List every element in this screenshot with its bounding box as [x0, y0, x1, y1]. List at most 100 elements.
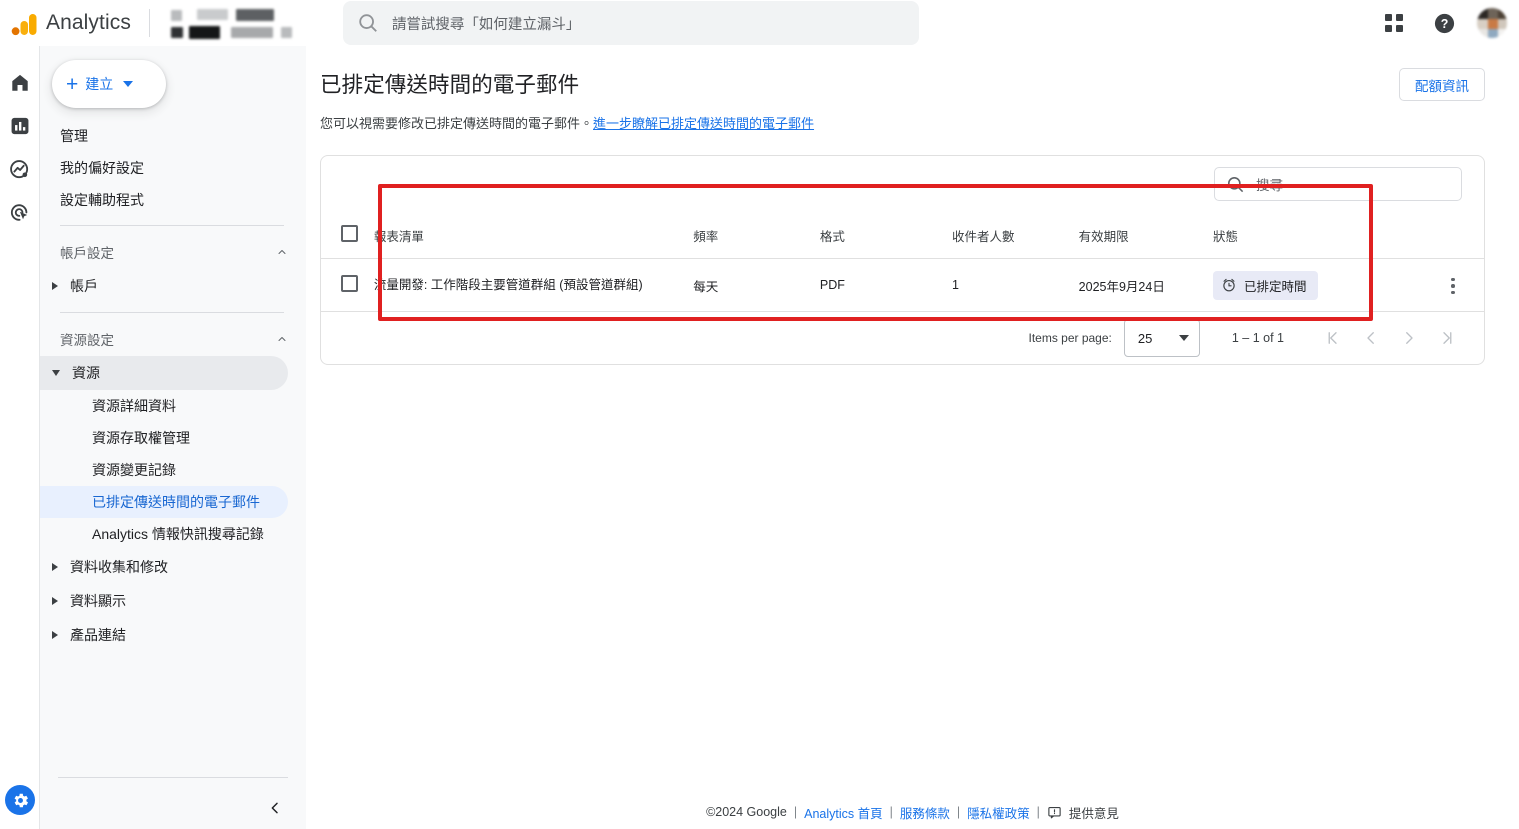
search-icon	[359, 14, 377, 32]
sidebar-item-scheduled-emails[interactable]: 已排定傳送時間的電子郵件	[40, 486, 288, 518]
first-page-button[interactable]	[1314, 319, 1352, 357]
rail-item-advertising[interactable]	[5, 197, 35, 227]
footer-feedback-label: 提供意見	[1068, 806, 1119, 821]
column-header-frequency[interactable]: 頻率	[693, 212, 820, 259]
triangle-down-icon	[52, 370, 60, 376]
triangle-right-icon	[52, 597, 58, 605]
help-button[interactable]: ?	[1427, 6, 1461, 40]
footer-link-terms[interactable]: 服務條款	[900, 803, 950, 822]
quota-info-button[interactable]: 配額資訊	[1399, 68, 1485, 101]
sidebar-group-data-display[interactable]: 資料顯示	[40, 584, 288, 618]
chevron-down-icon	[123, 81, 134, 87]
sidebar-item-setup-assistant[interactable]: 設定輔助程式	[40, 184, 288, 216]
account-avatar[interactable]	[1477, 8, 1507, 38]
sidebar-group-account[interactable]: 帳戶	[40, 269, 288, 303]
rail-item-admin[interactable]	[5, 785, 35, 815]
google-analytics-logo-icon	[10, 8, 40, 38]
chevron-up-icon	[278, 337, 286, 341]
bar-chart-icon	[11, 117, 28, 135]
learn-more-link[interactable]: 進一步瞭解已排定傳送時間的電子郵件	[593, 116, 814, 131]
rail-item-home[interactable]	[5, 68, 35, 98]
table-search-placeholder: 搜尋	[1256, 178, 1283, 193]
sidebar-group-product-links[interactable]: 產品連結	[40, 618, 288, 652]
triangle-right-icon	[52, 282, 58, 290]
column-header-recipients[interactable]: 收件者人數	[952, 212, 1079, 259]
table-search-input[interactable]: 搜尋	[1214, 167, 1462, 201]
reports-table-card: 搜尋 報表清單 頻率 格式 收件者人數 有效期限 狀態 流量開發: 工作階段主要…	[320, 155, 1485, 365]
footer-link-analytics-home[interactable]: Analytics 首頁	[804, 803, 883, 822]
top-bar: Analytics 請嘗試搜尋「如何建立漏斗」 ?	[0, 0, 1519, 46]
target-cursor-icon	[10, 203, 28, 221]
triangle-right-icon	[52, 631, 58, 639]
report-name-text: 流量開發: 工作階段主要管道群組 (預設管道群組)	[373, 277, 643, 292]
cell-format: PDF	[819, 258, 953, 312]
items-per-page-select[interactable]: 25	[1123, 319, 1200, 357]
last-page-button[interactable]	[1428, 319, 1466, 357]
sidebar-section-account-settings[interactable]: 帳戶設定	[40, 235, 306, 269]
scheduled-emails-table: 報表清單 頻率 格式 收件者人數 有效期限 狀態 流量開發: 工作階段主要管道群…	[321, 212, 1484, 312]
footer-separator: |	[793, 805, 798, 819]
footer-copyright: ©2024 Google	[706, 805, 787, 819]
sidebar-item-intelligence-search-history[interactable]: Analytics 情報快訊搜尋記錄	[40, 518, 288, 550]
sidebar-group-label: 資料收集和修改	[70, 559, 168, 575]
sidebar-divider-1	[60, 225, 284, 226]
select-all-checkbox[interactable]	[341, 225, 358, 242]
prev-page-button[interactable]	[1352, 319, 1390, 357]
row-select-cell	[321, 258, 374, 312]
sidebar-item-property-details[interactable]: 資源詳細資料	[40, 390, 288, 422]
more-vert-icon[interactable]	[1445, 272, 1461, 301]
table-paginator: Items per page: 25 1 – 1 of 1	[321, 312, 1484, 364]
cell-actions	[1422, 258, 1484, 312]
column-header-status[interactable]: 狀態	[1213, 212, 1423, 259]
chevron-down-icon	[1178, 335, 1189, 341]
items-per-page-label: Items per page:	[1028, 331, 1112, 345]
cell-frequency: 每天	[693, 258, 820, 312]
create-button-label: 建立	[85, 76, 114, 92]
footer-link-privacy[interactable]: 隱私權政策	[967, 803, 1030, 822]
sidebar-footer	[40, 777, 306, 829]
last-page-icon	[1443, 332, 1452, 344]
cell-report-name: 流量開發: 工作階段主要管道群組 (預設管道群組)	[373, 258, 694, 312]
sidebar-item-property-access-management[interactable]: 資源存取權管理	[40, 422, 288, 454]
apps-grid-button[interactable]	[1377, 6, 1411, 40]
rail-admin-section	[5, 785, 35, 815]
sidebar-item-manage[interactable]: 管理	[40, 120, 288, 152]
column-header-actions	[1422, 212, 1484, 259]
row-checkbox[interactable]	[341, 275, 358, 292]
rail-item-reports[interactable]	[5, 111, 35, 141]
table-row[interactable]: 流量開發: 工作階段主要管道群組 (預設管道群組) 每天 PDF 1 2025年…	[321, 258, 1484, 312]
create-button[interactable]: + 建立	[52, 60, 166, 108]
global-search-placeholder: 請嘗試搜尋「如何建立漏斗」	[391, 16, 581, 33]
brand-name: Analytics	[46, 11, 131, 34]
help-circle-icon: ?	[1434, 13, 1454, 33]
sidebar-group-label: 產品連結	[70, 627, 126, 643]
sidebar-section-property-settings[interactable]: 資源設定	[40, 322, 306, 356]
page-header: 已排定傳送時間的電子郵件 您可以視需要修改已排定傳送時間的電子郵件。進一步瞭解已…	[306, 46, 1519, 132]
cell-expiry: 2025年9月24日	[1078, 258, 1214, 312]
sidebar-collapse-button[interactable]	[260, 793, 290, 823]
sidebar-divider-3	[58, 777, 288, 778]
table-body: 流量開發: 工作階段主要管道群組 (預設管道群組) 每天 PDF 1 2025年…	[321, 258, 1484, 312]
sidebar-group-property[interactable]: 資源	[40, 356, 288, 390]
triangle-right-icon	[52, 563, 58, 571]
status-badge-label: 已排定時間	[1244, 279, 1307, 294]
rail-item-explore[interactable]	[5, 154, 35, 184]
column-header-format[interactable]: 格式	[819, 212, 953, 259]
items-per-page-value: 25	[1137, 330, 1153, 346]
footer-feedback-button[interactable]: 提供意見	[1047, 803, 1119, 822]
apps-grid-icon	[1385, 14, 1403, 32]
footer-separator: |	[1036, 805, 1040, 819]
sidebar-group-label: 資源	[72, 365, 100, 381]
property-selector-blurred[interactable]	[166, 6, 296, 40]
column-header-expiry[interactable]: 有效期限	[1078, 212, 1214, 259]
sidebar-item-property-change-history[interactable]: 資源變更記錄	[40, 454, 288, 486]
global-search-input[interactable]: 請嘗試搜尋「如何建立漏斗」	[342, 1, 919, 45]
sidebar-group-data-collection[interactable]: 資料收集和修改	[40, 550, 288, 584]
alarm-clock-icon	[1223, 278, 1235, 292]
sidebar-item-preferences[interactable]: 我的偏好設定	[40, 152, 288, 184]
sidebar-section-label: 帳戶設定	[60, 246, 114, 261]
next-page-icon	[1406, 332, 1413, 344]
column-header-report-list[interactable]: 報表清單	[373, 212, 694, 259]
next-page-button[interactable]	[1390, 319, 1428, 357]
prev-page-icon	[1367, 332, 1374, 344]
